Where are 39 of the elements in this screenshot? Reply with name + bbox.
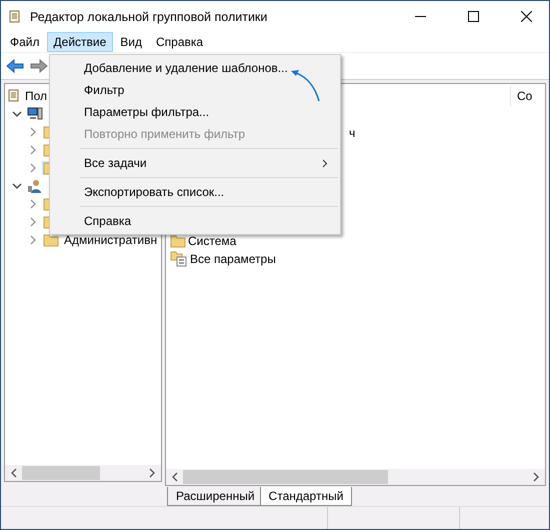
horizontal-scrollbar[interactable] — [166, 469, 545, 485]
minimize-icon[interactable] — [414, 16, 426, 17]
tree-item[interactable]: Административн — [63, 233, 158, 247]
menu-bar-item[interactable]: Вид — [113, 32, 149, 52]
list-item[interactable]: Все параметры — [190, 252, 276, 266]
scroll-left-icon[interactable] — [171, 472, 179, 482]
expand-icon[interactable] — [28, 145, 38, 155]
settings-list-icon — [170, 251, 188, 267]
list-item[interactable]: ч — [349, 126, 356, 140]
expand-icon[interactable] — [28, 217, 38, 227]
back-icon[interactable] — [6, 59, 24, 73]
list-item[interactable]: Система — [188, 234, 236, 248]
scroll-right-icon[interactable] — [148, 468, 156, 478]
window-title: Редактор локальной групповой политики — [30, 10, 268, 24]
menu-bar-item[interactable]: Справка — [149, 32, 210, 52]
menu-item[interactable]: Фильтр — [50, 79, 340, 101]
scroll-right-icon[interactable] — [532, 472, 540, 482]
chevron-right-icon — [322, 158, 328, 168]
menu-bar-item[interactable]: Файл — [3, 32, 47, 52]
close-icon[interactable] — [520, 11, 532, 22]
forward-icon[interactable] — [30, 59, 48, 73]
collapse-icon[interactable] — [12, 181, 22, 191]
expand-icon[interactable] — [28, 163, 38, 173]
menu-bar-item[interactable]: Действие — [46, 32, 114, 52]
expand-icon[interactable] — [28, 199, 38, 209]
horizontal-scrollbar[interactable] — [5, 465, 161, 481]
menu-item[interactable]: Параметры фильтра... — [50, 101, 340, 123]
view-tab[interactable]: Стандартный — [260, 487, 352, 506]
maximize-icon[interactable] — [468, 11, 478, 22]
menu-item[interactable]: Экспортировать список... — [50, 181, 340, 203]
expand-icon[interactable] — [28, 235, 38, 245]
menu-item[interactable]: Справка — [50, 210, 340, 232]
collapse-icon[interactable] — [12, 109, 22, 119]
tree-item[interactable]: Пол — [24, 89, 48, 103]
expand-icon[interactable] — [28, 127, 38, 137]
menu-item[interactable]: Все задачи — [50, 152, 340, 174]
menu-item[interactable]: Добавление и удаление шаблонов... — [50, 57, 340, 79]
scroll-left-icon[interactable] — [10, 468, 18, 478]
column-header[interactable]: Со — [510, 86, 545, 106]
